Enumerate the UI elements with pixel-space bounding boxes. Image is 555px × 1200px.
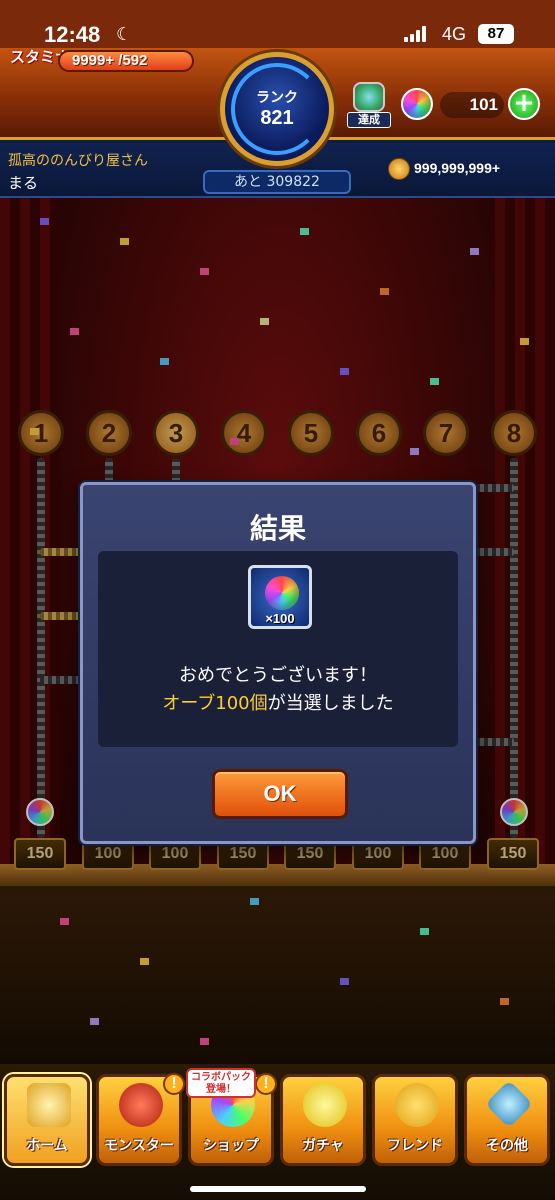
status-time: 12:48 (44, 22, 101, 47)
player-title: 孤高ののんびり屋さん (8, 153, 148, 169)
coin-icon (388, 158, 410, 180)
nav-shop-label: ショップ (203, 1138, 259, 1154)
alert-badge: ! (255, 1073, 277, 1095)
coin-count: 999,999,999+ (414, 160, 501, 176)
add-orbs-button[interactable]: + (508, 88, 540, 120)
nav-friend[interactable]: フレンド (372, 1074, 458, 1166)
home-indicator[interactable] (190, 1186, 366, 1192)
nav-gacha-label: ガチャ (302, 1138, 344, 1154)
rank-badge[interactable]: ランク 821 (220, 52, 334, 166)
nav-home[interactable]: ホーム (4, 1074, 90, 1166)
nav-monster-label: モンスター (104, 1138, 174, 1154)
message-highlight: オーブ100個 (162, 693, 268, 714)
bottom-nav: ホーム モンスター ! ショップ ! ガチャ フレンド その他 (0, 1064, 555, 1200)
other-icon (484, 1079, 534, 1129)
trophy-icon (353, 82, 385, 112)
network-type: 4G (442, 24, 467, 44)
result-dialog: 結果 ×100 おめでとうございます！ オーブ100個が当選しました OK (80, 482, 476, 844)
achievement-label: 達成 (347, 112, 391, 128)
rank-remaining: あと 309822 (203, 170, 351, 194)
battery-indicator: 87 (478, 24, 514, 44)
nav-home-label: ホーム (26, 1138, 68, 1154)
dialog-title: 結果 (249, 512, 306, 545)
nav-gacha[interactable]: ガチャ (280, 1074, 366, 1166)
ok-button[interactable]: OK (212, 769, 348, 819)
orb-icon (265, 576, 299, 610)
friends-icon (395, 1083, 439, 1127)
message-rest: が当選しました (267, 693, 394, 714)
message-result: オーブ100個が当選しました (98, 689, 458, 715)
alert-badge: ! (163, 1073, 185, 1095)
nav-monster[interactable]: モンスター ! (96, 1073, 185, 1166)
nav-other-label: その他 (486, 1138, 528, 1154)
egg-icon (303, 1083, 347, 1127)
nav-friend-label: フレンド (387, 1138, 443, 1154)
player-name: まる (8, 174, 39, 192)
nav-other[interactable]: その他 (464, 1074, 550, 1166)
dialog-content: ×100 おめでとうございます！ オーブ100個が当選しました (98, 551, 458, 747)
rank-label: ランク (256, 90, 298, 106)
reward-quantity: ×100 (265, 611, 295, 626)
signal-icon (404, 26, 426, 42)
orb-icon (401, 88, 433, 120)
collab-pack-tag: コラボパック登場！ (186, 1068, 256, 1098)
dragon-icon (119, 1083, 163, 1127)
moon-icon: ☾ (116, 24, 133, 45)
castle-icon (27, 1083, 71, 1127)
rank-value: 821 (260, 107, 294, 129)
stamina-value: 9999+ /592 (72, 52, 148, 69)
message-congrats: おめでとうございます！ (179, 665, 377, 686)
achievement-button[interactable]: 達成 (347, 82, 391, 130)
reward-item: ×100 (248, 565, 312, 629)
orb-count: 101 (440, 92, 504, 118)
